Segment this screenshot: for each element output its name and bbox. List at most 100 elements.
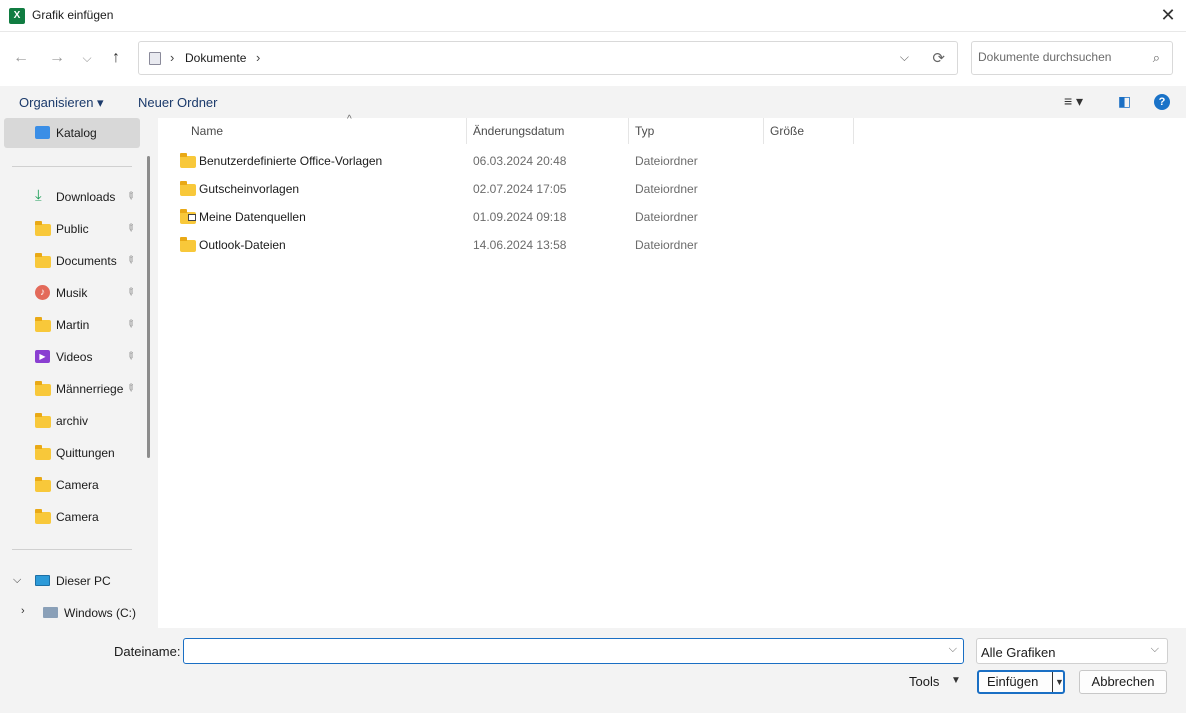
file-type: Dateiordner (635, 154, 698, 168)
column-label: Name (191, 124, 224, 138)
refresh-icon[interactable]: ⟳ (932, 49, 945, 67)
search-icon[interactable]: ⌕ (1153, 50, 1160, 66)
tools-button[interactable]: Tools (909, 674, 939, 689)
sidebar-item-public[interactable]: Public ✎ (4, 214, 140, 244)
split-divider (1052, 672, 1053, 692)
filename-label: Dateiname: (114, 644, 181, 659)
search-input[interactable] (978, 50, 1148, 64)
sidebar-item-quittungen[interactable]: Quittungen (4, 438, 140, 468)
sidebar-divider (12, 166, 132, 167)
folder-icon (35, 477, 51, 492)
column-header-date[interactable]: Änderungsdatum (467, 118, 629, 144)
column-header-type[interactable]: Typ (629, 118, 764, 144)
navigation-bar: ← → ⌵ ↑ › Dokumente › ⌵ ⟳ ⌕ (0, 32, 1186, 86)
insert-button[interactable]: Einfügen ▼ (977, 670, 1065, 694)
sidebar-item-label: archiv (56, 414, 89, 428)
sidebar-scrollbar[interactable] (147, 156, 150, 458)
download-icon: ⤓ (35, 187, 42, 204)
breadcrumb-separator[interactable]: › (256, 50, 260, 65)
folder-icon (35, 317, 51, 332)
table-row[interactable]: Meine Datenquellen 01.09.2024 09:18 Dateio… (174, 205, 864, 229)
tools-dropdown-icon[interactable]: ▼ (951, 675, 961, 686)
title-bar: X Grafik einfügen ✕ (0, 0, 1186, 32)
chevron-down-icon[interactable]: ⌵ (900, 50, 909, 65)
file-type: Dateiordner (635, 210, 698, 224)
address-bar[interactable]: › Dokumente › ⌵ ⟳ (138, 41, 958, 75)
file-date: 06.03.2024 20:48 (473, 154, 567, 168)
file-name: Benutzerdefinierte Office-Vorlagen (199, 154, 383, 168)
drive-icon (43, 607, 58, 618)
sidebar-item-label: Downloads (56, 190, 116, 204)
sidebar-item-camera[interactable]: Camera (4, 470, 140, 500)
command-bar: Organisieren ▾ Neuer Ordner ≡ ▾ ◧ ? (0, 86, 1186, 118)
cancel-button[interactable]: Abbrechen (1079, 670, 1167, 694)
chevron-right-icon[interactable]: › (21, 605, 25, 617)
breadcrumb-documents[interactable]: Dokumente (185, 51, 246, 65)
sidebar-item-this-pc[interactable]: ⌵ Dieser PC (4, 566, 140, 596)
filename-combobox[interactable]: ⌵ (183, 638, 964, 664)
file-name: Gutscheinvorlagen (199, 182, 300, 196)
file-name: Meine Datenquellen (199, 210, 306, 224)
help-icon[interactable]: ? (1154, 94, 1170, 110)
view-options-icon[interactable]: ≡ ▾ (1064, 93, 1083, 110)
search-box[interactable]: ⌕ (971, 41, 1173, 75)
preview-pane-icon[interactable]: ◧ (1118, 93, 1131, 110)
table-row[interactable]: Benutzerdefinierte Office-Vorlagen 06.03.… (174, 149, 864, 173)
filename-input[interactable] (188, 643, 928, 658)
documents-location-icon (149, 52, 161, 65)
organize-button[interactable]: Organisieren ▾ (19, 95, 104, 111)
sidebar-item-label: Documents (56, 254, 117, 268)
folder-icon (35, 221, 51, 236)
pin-icon: ✎ (123, 253, 138, 268)
file-date: 14.06.2024 13:58 (473, 238, 567, 252)
sidebar-item-camera[interactable]: Camera (4, 502, 140, 532)
chevron-down-icon[interactable]: ⌵ (13, 574, 21, 587)
sidebar-item-label: Camera (56, 510, 99, 524)
sidebar-item-katalog[interactable]: Katalog (4, 118, 140, 148)
sidebar-item-label: Musik (56, 286, 88, 300)
pin-icon: ✎ (123, 285, 138, 300)
forward-arrow-icon[interactable]: → (45, 46, 69, 70)
table-row[interactable]: Gutscheinvorlagen 02.07.2024 17:05 Dateior… (174, 177, 864, 201)
new-folder-button[interactable]: Neuer Ordner (138, 95, 217, 110)
file-type: Dateiordner (635, 182, 698, 196)
insert-dropdown-icon[interactable]: ▼ (1055, 672, 1064, 692)
folder-icon (35, 445, 51, 460)
window-title: Grafik einfügen (32, 8, 114, 22)
folder-icon (180, 181, 196, 196)
sidebar-item-männerriege[interactable]: Männerriege ✎ (4, 374, 140, 404)
gallery-icon (35, 126, 50, 139)
data-source-badge-icon (188, 214, 196, 221)
chevron-down-icon[interactable]: ⌵ (949, 643, 957, 656)
sidebar-item-archiv[interactable]: archiv (4, 406, 140, 436)
recent-locations-icon[interactable]: ⌵ (75, 46, 99, 70)
sidebar-item-downloads[interactable]: ⤓ Downloads ✎ (4, 182, 140, 212)
back-arrow-icon[interactable]: ← (9, 46, 33, 70)
file-date: 02.07.2024 17:05 (473, 182, 567, 196)
folder-icon (35, 381, 51, 396)
file-name: Outlook-Dateien (199, 238, 286, 252)
sidebar-item-documents[interactable]: Documents ✎ (4, 246, 140, 276)
music-icon: ♪ (35, 285, 50, 300)
sidebar-item-musik[interactable]: ♪ Musik ✎ (4, 278, 140, 308)
close-button[interactable]: ✕ (1156, 4, 1180, 28)
column-header-size[interactable]: Größe (764, 118, 854, 144)
folder-icon (180, 153, 196, 168)
navigation-pane: Katalog ⤓ Downloads ✎ Public ✎ Documents ✎ ♪ Mus… (0, 118, 152, 628)
sidebar-item-label: Public (56, 222, 89, 236)
file-type: Dateiordner (635, 238, 698, 252)
pin-icon: ✎ (123, 317, 138, 332)
up-arrow-icon[interactable]: ↑ (104, 46, 128, 70)
sidebar-item-martin[interactable]: Martin ✎ (4, 310, 140, 340)
sidebar-item-windows-c[interactable]: › Windows (C:) (4, 598, 140, 628)
sort-ascending-icon: ^ (347, 114, 352, 125)
folder-icon (35, 253, 51, 268)
column-header-name[interactable]: Name ^ (185, 114, 467, 144)
table-row[interactable]: Outlook-Dateien 14.06.2024 13:58 Dateiordn… (174, 233, 864, 257)
pin-icon: ✎ (123, 349, 138, 364)
file-type-filter[interactable]: Alle Grafiken ⌵ (976, 638, 1168, 664)
sidebar-item-videos[interactable]: ▶ Videos ✎ (4, 342, 140, 372)
excel-app-icon: X (9, 8, 25, 24)
chevron-down-icon[interactable]: ⌵ (1151, 643, 1159, 656)
sidebar-item-label: Katalog (56, 126, 97, 140)
